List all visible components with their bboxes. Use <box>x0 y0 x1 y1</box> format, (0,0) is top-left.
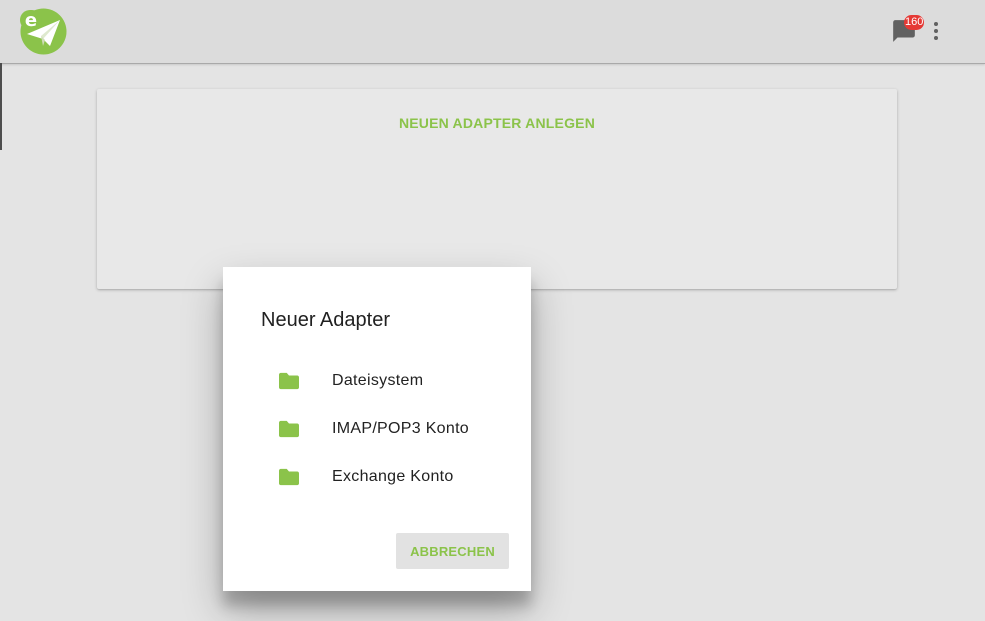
cancel-button[interactable]: ABBRECHEN <box>396 533 509 569</box>
svg-text:e: e <box>25 10 37 31</box>
folder-icon <box>278 371 300 391</box>
more-vert-icon[interactable] <box>924 19 948 43</box>
left-edge-divider <box>0 63 2 150</box>
option-label: Exchange Konto <box>332 468 454 485</box>
folder-icon <box>278 419 300 439</box>
notification-badge: 160 <box>904 15 925 30</box>
new-adapter-dialog: Neuer Adapter Dateisystem IMAP/POP3 Kont… <box>223 267 531 591</box>
option-exchange[interactable]: Exchange Konto <box>261 457 511 497</box>
option-label: IMAP/POP3 Konto <box>332 420 470 437</box>
option-imap-pop3[interactable]: IMAP/POP3 Konto <box>261 409 511 449</box>
app-bar: e 160 <box>0 0 985 64</box>
option-dateisystem[interactable]: Dateisystem <box>261 361 511 401</box>
option-label: Dateisystem <box>332 372 424 389</box>
folder-icon <box>278 467 300 487</box>
adapter-card: NEUEN ADAPTER ANLEGEN <box>97 89 897 289</box>
app-logo-icon[interactable]: e <box>20 8 67 55</box>
dialog-title: Neuer Adapter <box>261 309 390 331</box>
create-adapter-button[interactable]: NEUEN ADAPTER ANLEGEN <box>97 115 897 131</box>
